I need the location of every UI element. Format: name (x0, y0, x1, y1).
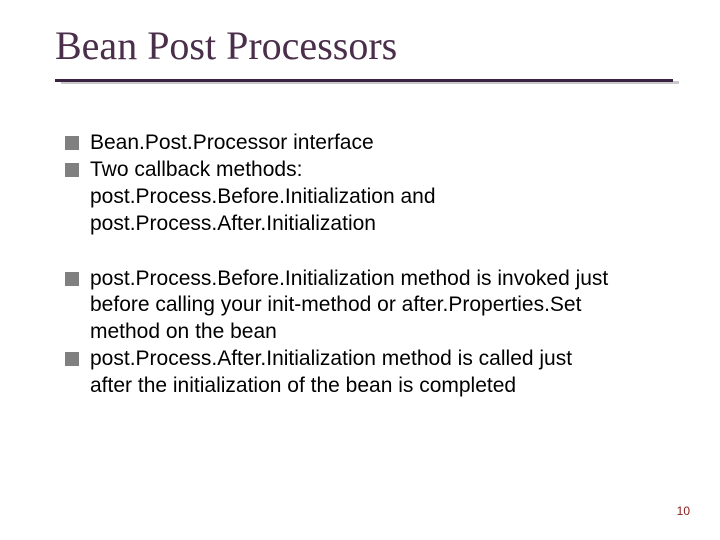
square-bullet-icon (65, 272, 79, 286)
title-block: Bean Post Processors (55, 22, 680, 85)
bullet-item: post.Process.Before.Initialization metho… (65, 266, 670, 293)
slide: Bean Post Processors Bean.Post.Processor… (0, 0, 720, 540)
bullet-text: Bean.Post.Processor interface (90, 130, 670, 157)
continuation-line: post.Process.After.Initialization (90, 211, 670, 238)
bullet-text: post.Process.Before.Initialization metho… (90, 266, 670, 293)
slide-title: Bean Post Processors (55, 22, 680, 69)
continuation-line: before calling your init-method or after… (90, 292, 670, 319)
bullet-item: Bean.Post.Processor interface (65, 130, 670, 157)
bullet-text: Two callback methods: (90, 157, 670, 184)
continuation-line: post.Process.Before.Initialization and (90, 184, 670, 211)
continuation-line: after the initialization of the bean is … (90, 373, 670, 400)
page-number: 10 (677, 504, 690, 518)
bullet-text: post.Process.After.Initialization method… (90, 346, 670, 373)
square-bullet-icon (65, 163, 79, 177)
square-bullet-icon (65, 136, 79, 150)
bullet-group-2: post.Process.Before.Initialization metho… (65, 266, 670, 400)
title-underline (55, 79, 680, 85)
underline-main (55, 79, 673, 82)
slide-body: Bean.Post.Processor interface Two callba… (65, 130, 670, 428)
square-bullet-icon (65, 352, 79, 366)
bullet-item: post.Process.After.Initialization method… (65, 346, 670, 373)
bullet-group-1: Bean.Post.Processor interface Two callba… (65, 130, 670, 238)
bullet-item: Two callback methods: (65, 157, 670, 184)
continuation-line: method on the bean (90, 319, 670, 346)
